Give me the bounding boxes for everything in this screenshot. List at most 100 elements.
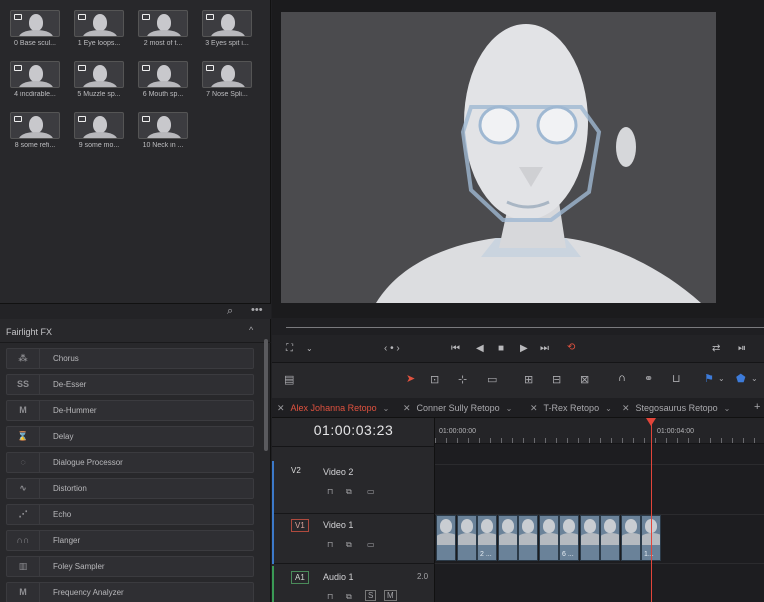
media-clip[interactable]: 6 Mouth sp... xyxy=(132,61,194,98)
close-icon[interactable]: ✕ xyxy=(530,403,538,413)
fx-item[interactable]: ∿ Distortion xyxy=(6,478,254,499)
media-clip[interactable]: 8 some refi... xyxy=(4,112,66,149)
clip-label: 9 some mo... xyxy=(78,142,120,149)
lock-icon[interactable]: ⊔ xyxy=(672,372,681,385)
overwrite-clip-icon[interactable]: ⊟ xyxy=(552,373,561,386)
timeline-tab[interactable]: ✕ Stegosaurus Retopo ⌄ xyxy=(622,398,730,418)
timeline-ruler[interactable]: 01:00:00:00 01:00:04:00 xyxy=(435,418,764,444)
auto-track-select-icon[interactable]: ⧉ xyxy=(346,592,352,602)
fx-scrollbar[interactable] xyxy=(264,339,268,451)
fx-name: Frequency Analyzer xyxy=(53,588,124,597)
media-clip[interactable]: 10 Neck in ... xyxy=(132,112,194,149)
close-icon[interactable]: ✕ xyxy=(403,403,411,413)
next-edit-icon[interactable]: ⏯ xyxy=(738,344,746,354)
close-icon[interactable]: ✕ xyxy=(277,403,285,413)
clip-thumbnail xyxy=(74,61,124,88)
track-lock-icon[interactable]: ⊓ xyxy=(327,592,333,601)
play-icon[interactable]: ▶ xyxy=(520,344,528,354)
solo-button[interactable]: S xyxy=(365,590,377,601)
fx-item[interactable]: ⁂ Chorus xyxy=(6,348,254,369)
fx-item[interactable]: SS De-Esser xyxy=(6,374,254,395)
trim-tool-icon[interactable]: ⊡ xyxy=(430,373,439,386)
chevron-down-icon[interactable]: ⌄ xyxy=(724,404,731,413)
track-lock-icon[interactable]: ⊓ xyxy=(327,487,333,496)
track-lock-icon[interactable]: ⊓ xyxy=(327,540,333,549)
stop-icon[interactable]: ■ xyxy=(498,344,504,354)
add-timeline-icon[interactable]: + xyxy=(754,401,760,413)
timeline-view-options-icon[interactable]: ▤ xyxy=(284,373,294,386)
timeline-clip[interactable] xyxy=(600,515,620,561)
fx-item[interactable]: ∩∩ Flanger xyxy=(6,530,254,551)
fx-item[interactable]: ⌛ Delay xyxy=(6,426,254,447)
media-clip[interactable]: 1 Eye loops... xyxy=(68,10,130,47)
jog-control-icon[interactable]: ‹ • › xyxy=(384,344,400,354)
disable-track-icon[interactable]: ▭ xyxy=(367,540,375,549)
media-clip[interactable]: 3 Eyes spit i... xyxy=(196,10,258,47)
snapping-icon[interactable]: ∩ xyxy=(618,372,626,384)
timeline-clip[interactable] xyxy=(579,515,600,561)
track-v2[interactable]: V2 Video 2 ⊓ ⧉ ▭ xyxy=(272,461,435,514)
crop-icon[interactable]: ⛶ xyxy=(286,344,293,354)
chevron-up-icon[interactable]: ^ xyxy=(249,325,253,335)
timeline-clip[interactable] xyxy=(518,515,538,561)
playhead-handle[interactable] xyxy=(646,418,656,426)
timeline-clip[interactable] xyxy=(497,515,518,561)
go-to-end-icon[interactable]: ⏭ xyxy=(540,344,549,354)
media-clip[interactable]: 9 some mo... xyxy=(68,112,130,149)
search-icon[interactable]: ⌕ xyxy=(227,305,233,318)
replace-clip-icon[interactable]: ⊠ xyxy=(580,373,589,386)
timeline-tab[interactable]: ✕ Conner Sully Retopo ⌄ xyxy=(403,398,512,418)
timeline-tab[interactable]: ✕ T-Rex Retopo ⌄ xyxy=(530,398,612,418)
track-v1[interactable]: V1 Video 1 ⊓ ⧉ ▭ xyxy=(272,514,435,564)
selection-tool-icon[interactable]: ➤ xyxy=(406,372,415,385)
chevron-down-icon[interactable]: ⌄ xyxy=(506,404,513,413)
dynamic-trim-icon[interactable]: ⊹ xyxy=(458,373,467,386)
track-id[interactable]: V1 xyxy=(291,519,309,532)
timeline-clip[interactable] xyxy=(436,515,456,561)
playhead[interactable] xyxy=(651,418,652,602)
insert-clip-icon[interactable]: ⊞ xyxy=(524,373,533,386)
mute-button[interactable]: M xyxy=(384,590,397,601)
timecode-display[interactable]: 01:00:03:23 xyxy=(272,422,435,438)
timeline-clip[interactable]: 6 ... xyxy=(559,515,579,561)
fx-item[interactable]: ◌ Dialogue Processor xyxy=(6,452,254,473)
match-frame-icon[interactable]: ⇄ xyxy=(712,344,720,354)
auto-track-select-icon[interactable]: ⧉ xyxy=(346,487,352,497)
blade-tool-icon[interactable]: ▭ xyxy=(487,373,497,386)
timeline-tab[interactable]: ✕ Alex Johanna Retopo ⌄ xyxy=(277,398,389,418)
media-clip[interactable]: 4 incdirable... xyxy=(4,61,66,98)
flag-icon[interactable]: ⚑ xyxy=(704,372,714,385)
track-a1[interactable]: A1 Audio 1 2.0 ⊓ ⧉ S M xyxy=(272,566,435,602)
media-clip[interactable]: 0 Base scul... xyxy=(4,10,66,47)
chevron-down-icon[interactable]: ⌄ xyxy=(306,344,313,354)
media-clip[interactable]: 2 most of t... xyxy=(132,10,194,47)
disable-track-icon[interactable]: ▭ xyxy=(367,487,375,496)
more-options-icon[interactable]: ••• xyxy=(251,304,263,316)
timeline-clip[interactable] xyxy=(620,515,641,561)
play-reverse-icon[interactable]: ◀ xyxy=(476,344,484,354)
marker-dropdown-icon[interactable]: ⌄ xyxy=(751,374,758,383)
track-id[interactable]: A1 xyxy=(291,571,309,584)
timeline-clip[interactable] xyxy=(538,515,559,561)
viewer-scrubber[interactable] xyxy=(286,327,764,328)
dialogue-processor-icon: ◌ xyxy=(7,453,40,472)
go-to-start-icon[interactable]: ⏮ xyxy=(451,344,460,354)
loop-icon[interactable]: ⟲ xyxy=(567,343,575,353)
media-clip[interactable]: 7 Nose Spli... xyxy=(196,61,258,98)
fx-item[interactable]: M De-Hummer xyxy=(6,400,254,421)
media-clip[interactable]: 5 Muzzle sp... xyxy=(68,61,130,98)
chevron-down-icon[interactable]: ⌄ xyxy=(383,404,390,413)
link-icon[interactable]: ⚭ xyxy=(644,372,653,385)
flag-dropdown-icon[interactable]: ⌄ xyxy=(718,374,725,383)
fx-item[interactable]: ⋰ Echo xyxy=(6,504,254,525)
tab-label: Alex Johanna Retopo xyxy=(290,403,377,413)
viewer-frame[interactable] xyxy=(281,12,716,303)
marker-icon[interactable]: ⬟ xyxy=(736,372,746,385)
timeline-clip[interactable]: 2 ... xyxy=(477,515,497,561)
close-icon[interactable]: ✕ xyxy=(622,403,630,413)
chevron-down-icon[interactable]: ⌄ xyxy=(605,404,612,413)
auto-track-select-icon[interactable]: ⧉ xyxy=(346,540,352,550)
fx-item[interactable]: M Frequency Analyzer xyxy=(6,582,254,602)
fx-item[interactable]: ▥ Foley Sampler xyxy=(6,556,254,577)
timeline-clip[interactable] xyxy=(456,515,477,561)
